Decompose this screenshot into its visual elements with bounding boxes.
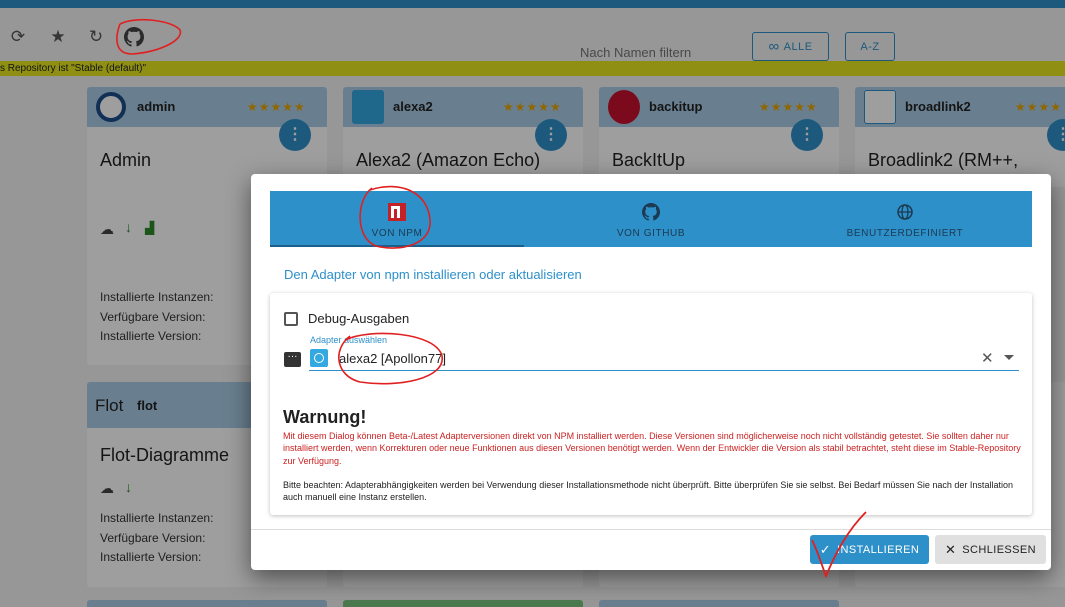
adapter-card-partial xyxy=(343,600,583,607)
chat-icon: ··· xyxy=(284,352,301,367)
card-info: Installierte Instanzen: Verfügbare Versi… xyxy=(100,288,213,347)
debug-checkbox[interactable] xyxy=(284,312,298,326)
download-arrow-icon: ↓ xyxy=(125,219,132,235)
card-title: BackItUp xyxy=(612,150,686,170)
broadlink-logo-icon xyxy=(864,90,896,124)
check-icon: ✓ xyxy=(819,541,832,557)
warning-text: Mit diesem Dialog können Beta-/Latest Ad… xyxy=(283,431,1021,466)
card-name: admin xyxy=(137,99,176,114)
debug-checkbox-label: Debug-Ausgaben xyxy=(308,311,410,326)
signal-icon: ▟ xyxy=(145,221,155,235)
install-adapter-dialog: VON NPM VON GITHUB BENUTZERDEFINIERT Den… xyxy=(251,174,1051,570)
npm-icon xyxy=(388,203,406,221)
clear-icon[interactable]: ✕ xyxy=(981,349,994,367)
adapter-select-value: alexa2 [Apollon77] xyxy=(339,351,446,366)
adapter-card-backitup[interactable]: backitup ★★★★★ ⋮ BackItUp xyxy=(599,87,839,187)
admin-logo-icon xyxy=(96,92,126,122)
az-sort-button[interactable]: A-Z xyxy=(845,32,895,61)
alexa-logo-icon xyxy=(310,349,328,367)
info-available: Verfügbare Version: xyxy=(100,309,206,324)
tab-github[interactable]: VON GITHUB xyxy=(524,191,778,247)
info-instances: Installierte Instanzen: xyxy=(100,511,214,525)
adapter-select[interactable]: alexa2 [Apollon77] ✕ xyxy=(309,347,1019,371)
install-button[interactable]: ✓ INSTALLIEREN xyxy=(810,535,929,564)
tab-label: BENUTZERDEFINIERT xyxy=(846,228,964,239)
card-name: alexa2 xyxy=(393,99,433,114)
infinity-icon: ∞ xyxy=(768,38,780,55)
download-arrow-icon: ↓ xyxy=(125,479,132,495)
tab-custom[interactable]: BENUTZERDEFINIERT xyxy=(778,191,1032,247)
dialog-subtitle: Den Adapter von npm installieren oder ak… xyxy=(284,267,582,282)
info-instances: Installierte Instanzen: xyxy=(100,290,214,304)
warning-title: Warnung! xyxy=(283,407,367,427)
all-button-label: ALLE xyxy=(783,40,813,53)
card-title: Broadlink2 (RM++, xyxy=(868,150,1019,170)
tab-npm[interactable]: VON NPM xyxy=(270,191,524,247)
adapter-card-alexa2[interactable]: alexa2 ★★★★★ ⋮ Alexa2 (Amazon Echo) xyxy=(343,87,583,187)
card-menu-button[interactable]: ⋮ xyxy=(535,119,567,151)
install-options-panel: Debug-Ausgaben ··· Adapter auswählen ale… xyxy=(270,293,1032,515)
top-strip xyxy=(0,0,1065,8)
toolbar: ⟳ ★ ↻ ∞ ALLE A-Z xyxy=(0,8,1065,64)
source-tabs: VON NPM VON GITHUB BENUTZERDEFINIERT xyxy=(270,191,1032,247)
github-icon[interactable] xyxy=(124,27,144,47)
refresh-icon[interactable]: ⟳ xyxy=(8,27,28,47)
card-menu-button[interactable]: ⋮ xyxy=(791,119,823,151)
info-available: Verfügbare Version: xyxy=(100,530,206,545)
adapter-card-broadlink2[interactable]: broadlink2 ★★★★ ⋮ Broadlink2 (RM++, xyxy=(855,87,1065,187)
update-icon[interactable]: ↻ xyxy=(86,27,106,47)
adapter-card-partial xyxy=(599,600,839,607)
rating-stars: ★★★★★ xyxy=(247,100,306,114)
star-icon[interactable]: ★ xyxy=(48,27,68,47)
cloud-off-icon: ☁ xyxy=(100,221,114,237)
close-button-label: SCHLIESSEN xyxy=(962,543,1036,556)
card-title: Alexa2 (Amazon Echo) xyxy=(356,150,541,170)
dependency-note: Bitte beachten: Adapterabhängigkeiten we… xyxy=(283,480,1013,503)
adapter-select-label: Adapter auswählen xyxy=(310,335,388,345)
repository-notice: s Repository ist "Stable (default)" xyxy=(0,61,1065,76)
rating-stars: ★★★★★ xyxy=(759,100,818,114)
dialog-divider xyxy=(251,529,1051,530)
info-installed: Installierte Version: xyxy=(100,550,202,564)
globe-icon xyxy=(896,203,914,221)
close-icon: ✕ xyxy=(945,541,957,557)
dropdown-arrow-icon[interactable] xyxy=(1004,355,1014,360)
tab-label: VON GITHUB xyxy=(616,228,686,239)
card-menu-button[interactable]: ⋮ xyxy=(1047,119,1065,151)
card-name: broadlink2 xyxy=(905,99,971,114)
active-tab-indicator xyxy=(270,245,524,247)
card-name: flot xyxy=(137,398,158,413)
rating-stars: ★★★★★ xyxy=(503,100,562,114)
all-button[interactable]: ∞ ALLE xyxy=(752,32,829,61)
flot-logo: Flot xyxy=(95,396,124,415)
info-installed: Installierte Version: xyxy=(100,329,202,343)
alexa-logo-icon xyxy=(352,90,384,124)
rating-stars: ★★★★ xyxy=(1015,100,1063,114)
adapter-card-partial xyxy=(87,600,327,607)
card-name: backitup xyxy=(649,99,703,114)
card-title: Admin xyxy=(100,150,152,170)
card-info: Installierte Instanzen: Verfügbare Versi… xyxy=(100,509,213,568)
card-title: Flot-Diagramme xyxy=(100,445,230,465)
az-button-label: A-Z xyxy=(860,40,880,53)
tab-label: VON NPM xyxy=(371,228,423,239)
backitup-logo-icon xyxy=(608,90,640,124)
close-button[interactable]: ✕ SCHLIESSEN xyxy=(935,535,1046,564)
github-icon xyxy=(642,203,660,221)
cloud-off-icon: ☁ xyxy=(100,480,114,496)
install-button-label: INSTALLIEREN xyxy=(837,543,920,556)
card-menu-button[interactable]: ⋮ xyxy=(279,119,311,151)
card-header: broadlink2 ★★★★ xyxy=(855,87,1065,127)
